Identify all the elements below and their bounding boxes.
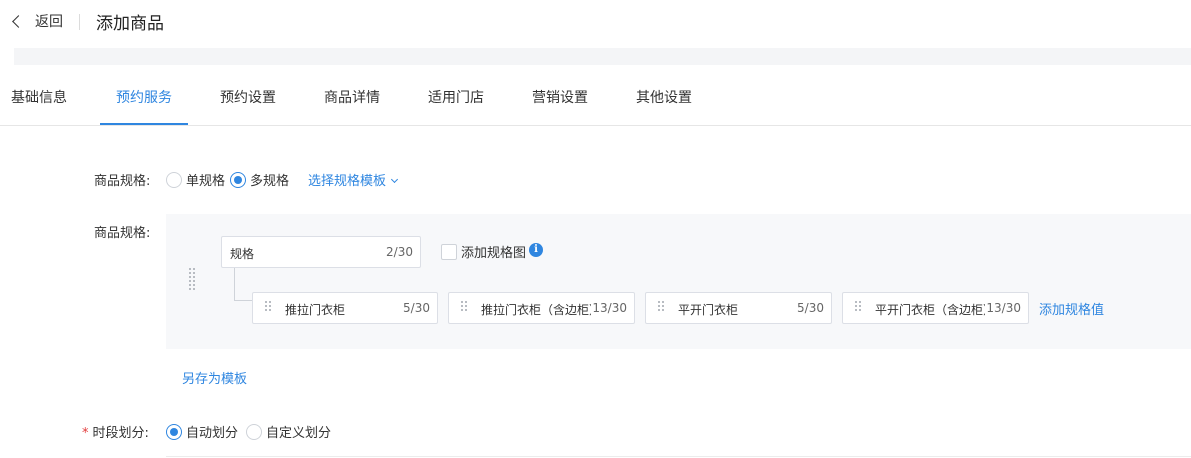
tab-basic-info[interactable]: 基础信息 [11,87,67,107]
checkbox-box [441,243,457,260]
add-spec-value-link[interactable]: 添加规格值 [1039,299,1104,318]
drag-handle-icon[interactable] [189,268,195,290]
spec-name-input[interactable]: 规格 2/30 [221,236,421,268]
save-as-template-link[interactable]: 另存为模板 [182,368,247,387]
tab-booking-service[interactable]: 预约服务 [116,87,172,107]
spec-value-text: 推拉门衣柜 [285,303,346,317]
select-spec-template-dropdown[interactable]: 选择规格模板 [308,170,399,189]
drag-handle-icon[interactable] [658,301,664,311]
spec-value-text: 推拉门衣柜（含边柜） [481,303,591,317]
spec-value-input[interactable]: 推拉门衣柜（含边柜） 13/30 [448,292,635,324]
radio-circle [246,423,262,440]
page-header: 返回 添加商品 [0,0,1191,46]
radio-label: 单规格 [186,174,226,189]
active-tab-indicator [100,123,188,125]
radio-multi-spec[interactable]: 多规格 [230,170,289,189]
tab-other-settings[interactable]: 其他设置 [636,87,692,107]
tab-applicable-stores[interactable]: 适用门店 [428,87,484,107]
radio-label: 自动划分 [186,426,239,441]
info-icon[interactable]: i [529,243,543,257]
spec-value-text: 平开门衣柜 [678,303,739,317]
char-counter: 2/30 [386,245,413,259]
tab-bar: 基础信息 预约服务 预约设置 商品详情 适用门店 营销设置 其他设置 [0,66,1191,126]
spec-type-label: 商品规格: [94,174,151,189]
back-label: 返回 [35,14,63,30]
spec-value-input[interactable]: 推拉门衣柜 5/30 [252,292,438,324]
select-spec-template-label: 选择规格模板 [308,174,387,189]
drag-handle-icon[interactable] [461,301,467,311]
time-division-label-text: 时段划分: [92,426,149,441]
radio-circle-selected [166,423,182,440]
section-separator [14,48,1191,65]
spec-value-text: 平开门衣柜（含边柜） [875,303,985,317]
tab-marketing-settings[interactable]: 营销设置 [532,87,588,107]
drag-handle-icon[interactable] [265,301,271,311]
radio-single-spec[interactable]: 单规格 [166,170,225,189]
tab-booking-settings[interactable]: 预约设置 [220,87,276,107]
radio-label: 自定义划分 [266,426,332,441]
chevron-left-icon [12,15,25,28]
header-divider [79,14,80,30]
tree-connector [234,268,235,300]
spec-name-value: 规格 [230,247,255,261]
radio-custom-division[interactable]: 自定义划分 [246,422,331,441]
spec-value-input[interactable]: 平开门衣柜 5/30 [645,292,832,324]
spec-panel [166,214,1191,349]
tree-connector [234,300,252,301]
add-spec-image-checkbox[interactable]: 添加规格图 [441,242,526,261]
radio-circle [166,171,182,188]
chevron-down-icon [390,175,399,184]
section-divider [166,456,1191,457]
char-counter: 13/30 [986,301,1021,315]
time-division-label: * 时段划分: [82,422,149,441]
char-counter: 5/30 [797,301,824,315]
page-title: 添加商品 [96,14,164,34]
radio-label: 多规格 [250,174,290,189]
radio-auto-division[interactable]: 自动划分 [166,422,238,441]
tab-product-details[interactable]: 商品详情 [324,87,380,107]
radio-circle-selected [230,171,246,188]
drag-handle-icon[interactable] [855,301,861,311]
char-counter: 5/30 [403,301,430,315]
add-spec-image-label: 添加规格图 [461,246,527,261]
spec-value-input[interactable]: 平开门衣柜（含边柜） 13/30 [842,292,1029,324]
char-counter: 13/30 [592,301,627,315]
required-mark: * [82,426,89,441]
back-button[interactable]: 返回 [12,11,63,31]
spec-table-label: 商品规格: [94,226,151,241]
